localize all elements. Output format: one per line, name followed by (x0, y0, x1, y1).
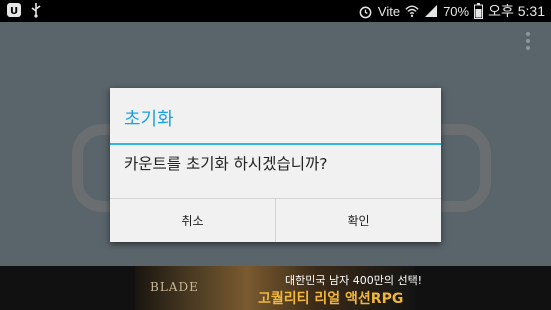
ad-banner[interactable]: BLADE 대한민국 남자 400만의 선택! 고퀄리티 리얼 액션RPG (0, 266, 551, 310)
ad-headline: 고퀄리티 리얼 액션RPG (258, 291, 404, 307)
battery-percent: 70% (443, 3, 470, 19)
dialog-button-bar: 취소 확인 (110, 198, 441, 242)
overflow-menu-icon[interactable] (525, 32, 531, 50)
status-clock: 오후 5:31 (488, 3, 545, 19)
dialog-message: 카운트를 초기화 하시겠습니까? (124, 155, 328, 173)
ad-tagline: 대한민국 남자 400만의 선택! (285, 274, 423, 287)
svg-text:U: U (10, 6, 18, 17)
dialog-title: 초기화 (124, 109, 174, 130)
ad-logo: BLADE (150, 280, 199, 294)
notification-app-icon: U (7, 3, 21, 17)
wifi-icon (405, 5, 419, 17)
cancel-button[interactable]: 취소 (110, 199, 275, 242)
alarm-icon (359, 6, 372, 18)
usb-icon (31, 3, 41, 18)
carrier-label: Vite (377, 3, 401, 19)
confirm-button[interactable]: 확인 (275, 199, 441, 242)
dialog-divider (110, 143, 441, 145)
battery-icon (474, 3, 484, 19)
signal-icon (425, 5, 438, 17)
status-bar: U Vite 70% 오후 5:31 (0, 0, 551, 22)
reset-dialog: 초기화 카운트를 초기화 하시겠습니까? 취소 확인 (110, 88, 441, 242)
